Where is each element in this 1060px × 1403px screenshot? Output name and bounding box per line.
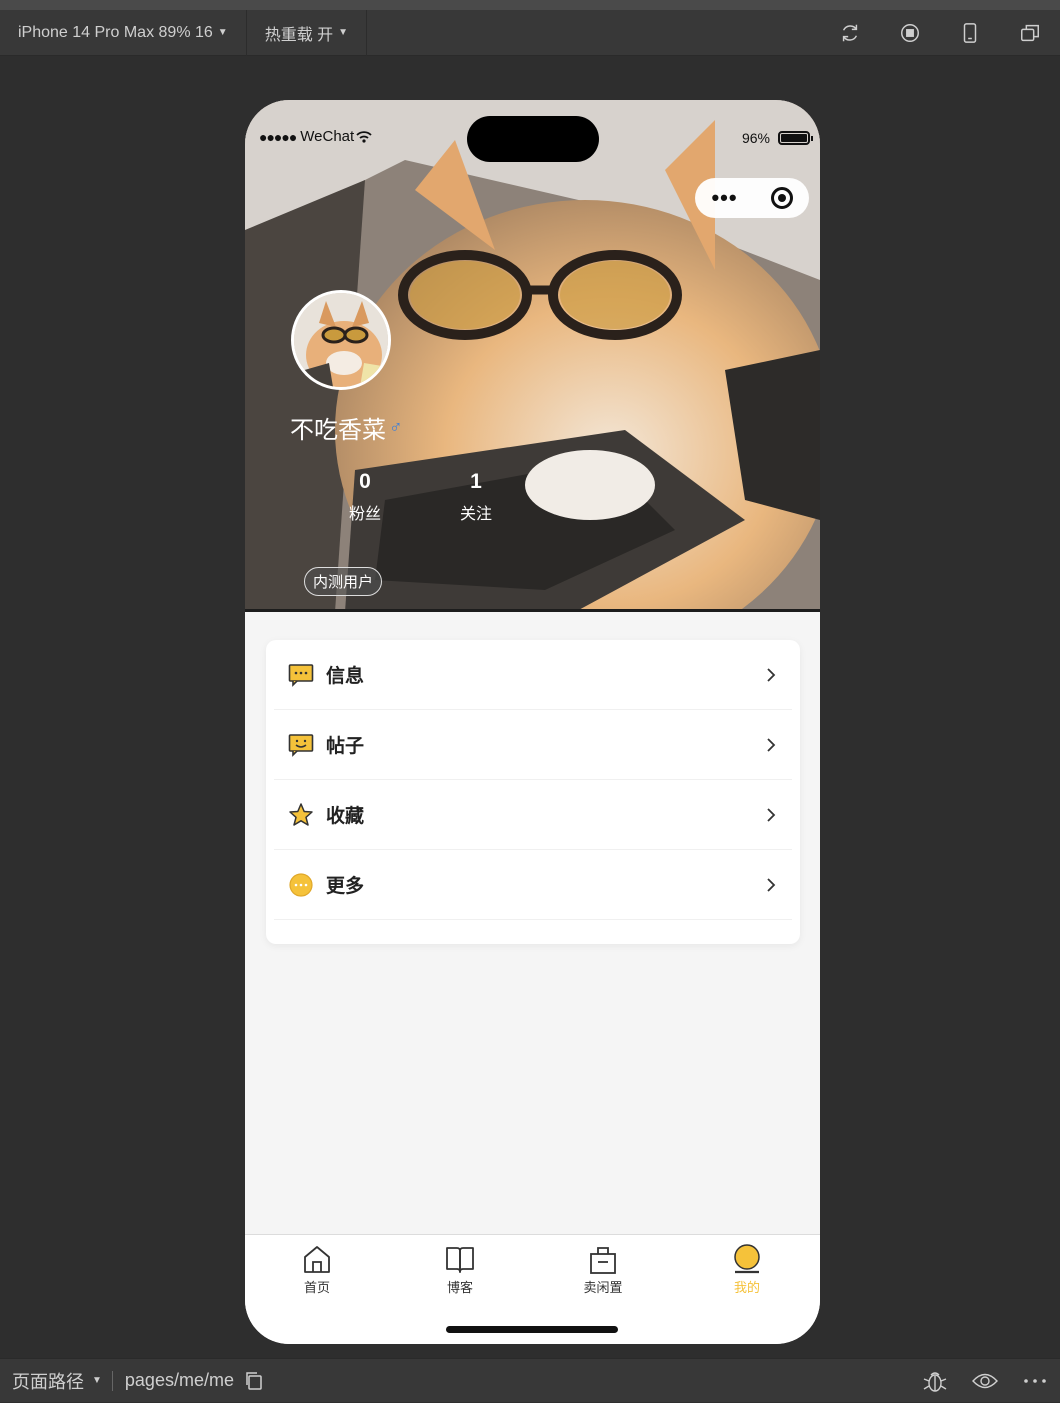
tab-label: 卖闲置 xyxy=(583,1280,623,1295)
signal-icon: ●●●●● xyxy=(259,128,297,145)
tab-label: 博客 xyxy=(446,1280,473,1295)
tab-label: 首页 xyxy=(303,1280,330,1295)
hot-reload-label: 热重载 开 xyxy=(264,26,334,44)
home-indicator xyxy=(446,1326,618,1333)
debug-bug-icon[interactable] xyxy=(910,1359,960,1403)
fans-count: 0 xyxy=(359,470,371,493)
post-icon xyxy=(288,732,314,758)
menu-item-label: 信息 xyxy=(326,666,365,687)
menu-item-label: 收藏 xyxy=(326,806,365,827)
fans-label: 粉丝 xyxy=(348,506,381,523)
page-path-select[interactable]: 页面路径 ▼ xyxy=(0,1368,112,1394)
username: 不吃香菜 ♂ xyxy=(290,410,403,445)
chevron-right-icon xyxy=(767,737,776,752)
menu-card: 信息 帖子 收藏 更多 xyxy=(266,640,800,944)
chevron-right-icon xyxy=(767,807,776,822)
follow-count: 1 xyxy=(470,470,482,493)
tab-blog[interactable]: 博客 xyxy=(420,1243,500,1296)
gender-male-icon: ♂ xyxy=(389,417,403,437)
more-menu-icon[interactable]: ••• xyxy=(711,185,737,211)
profile-cover: ●●●●● WeChat 96% ••• 不吃香菜 ♂ 0 粉丝 1 关注 内测… xyxy=(245,100,820,612)
menu-item-posts[interactable]: 帖子 xyxy=(274,710,792,780)
chevron-down-icon: ▼ xyxy=(338,27,349,38)
dynamic-island xyxy=(467,116,599,162)
user-icon xyxy=(734,1244,760,1274)
device-select-label: iPhone 14 Pro Max 89% 16 xyxy=(18,23,213,41)
menu-item-label: 更多 xyxy=(326,876,365,897)
chevron-right-icon xyxy=(767,667,776,682)
close-target-icon[interactable] xyxy=(770,187,793,209)
battery-icon xyxy=(778,131,813,145)
copy-icon[interactable] xyxy=(244,1371,264,1391)
user-badge: 内测用户 xyxy=(304,567,383,596)
phone-frame: ●●●●● WeChat 96% ••• 不吃香菜 ♂ 0 粉丝 1 关注 内测… xyxy=(245,100,820,1344)
battery-percent: 96% xyxy=(741,130,770,146)
star-icon xyxy=(288,802,314,828)
follow-label: 关注 xyxy=(459,506,492,523)
status-bar: ●●●●● WeChat 96% xyxy=(245,100,820,162)
tab-bar: 首页 博客 卖闲置 我的 xyxy=(245,1234,820,1344)
username-text: 不吃香菜 xyxy=(290,417,386,444)
simulator-toolbar: iPhone 14 Pro Max 89% 16 ▼ 热重载 开 ▼ xyxy=(0,9,1060,56)
more-icon xyxy=(288,872,314,898)
chevron-down-icon: ▼ xyxy=(217,27,228,38)
avatar[interactable] xyxy=(291,290,391,390)
page-path-label: 页面路径 xyxy=(12,1371,84,1392)
miniprogram-capsule: ••• xyxy=(695,178,809,218)
wifi-icon xyxy=(356,130,372,143)
fans-stat[interactable]: 0 粉丝 xyxy=(335,470,395,524)
stop-icon[interactable] xyxy=(880,10,940,56)
tab-home[interactable]: 首页 xyxy=(277,1243,357,1296)
tab-sell[interactable]: 卖闲置 xyxy=(563,1243,643,1296)
device-select[interactable]: iPhone 14 Pro Max 89% 16 ▼ xyxy=(0,9,247,56)
follow-stat[interactable]: 1 关注 xyxy=(446,470,506,524)
refresh-icon[interactable] xyxy=(820,10,880,56)
carrier-label: WeChat xyxy=(300,128,355,145)
tab-label: 我的 xyxy=(733,1280,760,1295)
menu-item-favorites[interactable]: 收藏 xyxy=(274,780,792,850)
tab-me[interactable]: 我的 xyxy=(707,1243,787,1296)
chevron-down-icon: ▼ xyxy=(92,1375,102,1386)
book-icon xyxy=(446,1247,474,1273)
bag-icon xyxy=(590,1247,616,1274)
phone-icon[interactable] xyxy=(940,10,1000,56)
page-path-value: pages/me/me xyxy=(124,1370,234,1390)
devtools-bottom-bar: 页面路径 ▼ pages/me/me xyxy=(0,1358,1060,1402)
divider xyxy=(111,1370,113,1391)
window-top-strip xyxy=(0,0,1060,10)
window-icon[interactable] xyxy=(1000,10,1060,56)
home-icon xyxy=(304,1246,330,1273)
menu-item-more[interactable]: 更多 xyxy=(274,850,792,920)
preview-eye-icon[interactable] xyxy=(960,1359,1010,1403)
hot-reload-select[interactable]: 热重载 开 ▼ xyxy=(247,9,368,56)
menu-item-messages[interactable]: 信息 xyxy=(274,640,792,710)
menu-item-label: 帖子 xyxy=(326,736,365,757)
more-options-icon[interactable] xyxy=(1010,1359,1060,1403)
message-icon xyxy=(288,662,314,688)
chevron-right-icon xyxy=(767,877,776,892)
